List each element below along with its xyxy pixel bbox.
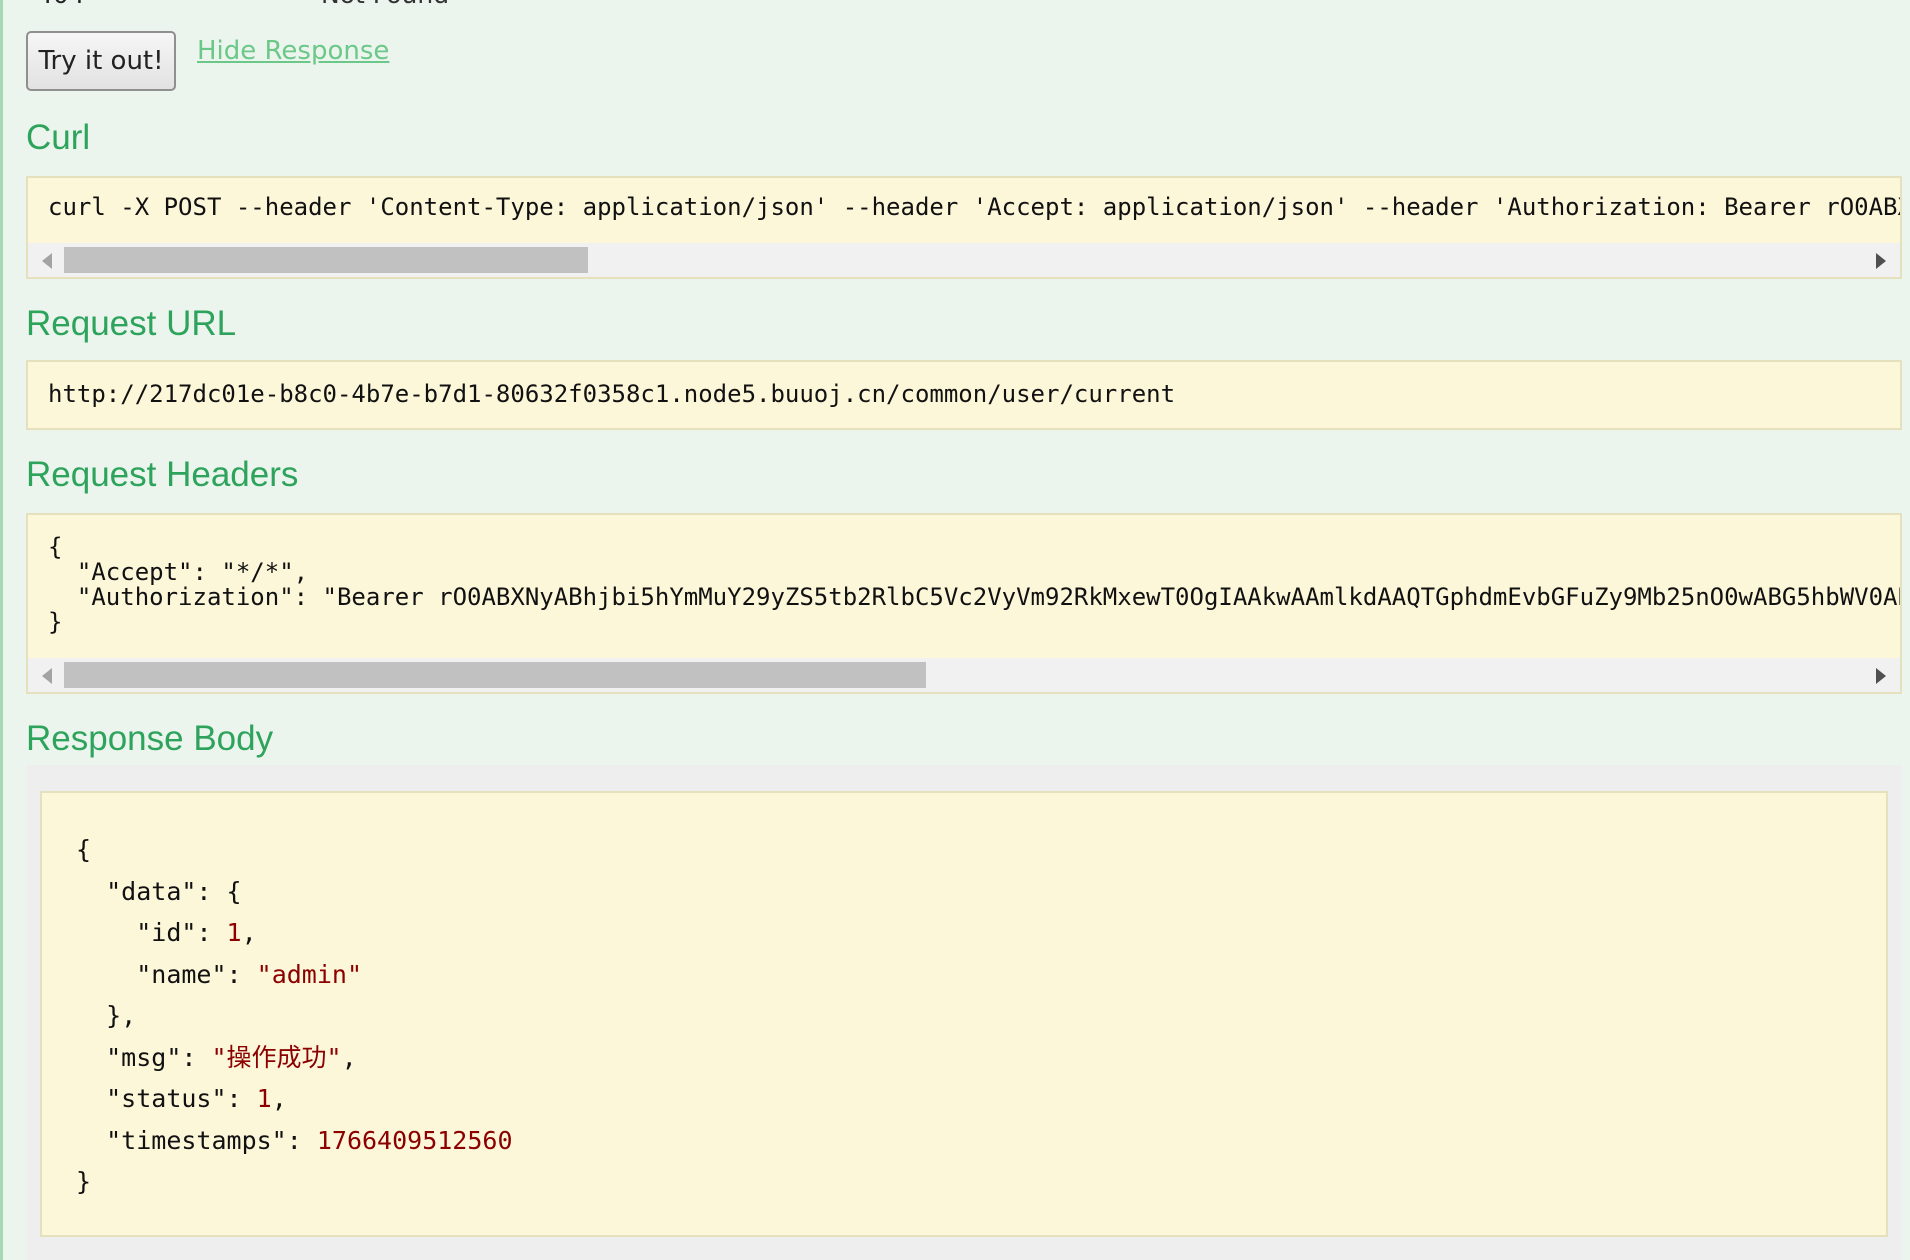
status-description: Not Found (321, 0, 621, 9)
request-headers-json: { "Accept": "*/*", "Authorization": "Bea… (48, 533, 1902, 636)
json-punct: } (76, 1167, 92, 1196)
scroll-right-arrow-icon[interactable] (1876, 668, 1886, 684)
scroll-right-arrow-icon[interactable] (1876, 253, 1886, 269)
json-value: 1 (256, 1084, 272, 1113)
request-headers-title: Request Headers (26, 455, 299, 494)
headers-line: "Authorization": "Bearer rO0ABXNyABhjbi5… (48, 583, 1902, 611)
response-json-line: "name": "admin" (76, 954, 1886, 996)
headers-line: "Accept": "*/*", (48, 558, 309, 586)
json-tail: , (241, 918, 257, 947)
json-punct: { (76, 835, 92, 864)
json-punct: }, (106, 1001, 137, 1030)
headers-line: { (48, 533, 63, 561)
scroll-left-arrow-icon[interactable] (42, 253, 52, 269)
response-panel: 404 Not Found Try it out! Hide Response … (0, 0, 1910, 1260)
json-key: "id" (136, 918, 197, 947)
headers-scrollbar[interactable] (28, 658, 1900, 692)
curl-scrollbar[interactable] (28, 243, 1900, 277)
json-punct: : (286, 1125, 317, 1155)
curl-scrollbar-thumb[interactable] (64, 247, 588, 273)
response-json-line: "data": { (76, 871, 1886, 913)
json-value: "admin" (256, 959, 362, 989)
response-body-wrapper: { "data": { "id": 1, "name": "admin" }, … (26, 765, 1902, 1260)
json-key: "data" (106, 876, 197, 906)
response-json-line: }, (76, 995, 1886, 1037)
status-code: 404 (37, 0, 85, 9)
json-punct: : (181, 1042, 212, 1072)
request-url-value: http://217dc01e-b8c0-4b7e-b7d1-80632f035… (48, 380, 1176, 408)
json-value: "操作成功" (211, 1042, 342, 1072)
response-body-title: Response Body (26, 719, 274, 758)
json-punct: : (226, 959, 257, 989)
json-value: 1766409512560 (316, 1125, 513, 1155)
headers-scrollbar-thumb[interactable] (64, 662, 926, 688)
curl-box[interactable]: curl -X POST --header 'Content-Type: app… (26, 176, 1902, 279)
json-key: "msg" (106, 1042, 182, 1072)
response-json-line: "msg": "操作成功", (76, 1037, 1886, 1079)
json-key: "name" (136, 959, 227, 989)
headers-line: } (48, 608, 63, 636)
json-key: "status" (106, 1084, 227, 1113)
response-body-json: { "data": { "id": 1, "name": "admin" }, … (76, 829, 1886, 1203)
try-it-out-button[interactable]: Try it out! (26, 31, 176, 91)
json-punct: : (196, 918, 227, 947)
hide-response-link[interactable]: Hide Response (197, 36, 389, 66)
json-key: "timestamps" (106, 1125, 287, 1155)
response-json-line: { (76, 829, 1886, 871)
curl-command: curl -X POST --header 'Content-Type: app… (48, 193, 1902, 221)
curl-title: Curl (26, 118, 91, 157)
response-json-line: } (76, 1161, 1886, 1203)
scroll-left-arrow-icon[interactable] (42, 668, 52, 684)
request-headers-box[interactable]: { "Accept": "*/*", "Authorization": "Bea… (26, 513, 1902, 694)
json-value: 1 (226, 918, 242, 947)
response-json-line: "timestamps": 1766409512560 (76, 1120, 1886, 1162)
json-tail: , (271, 1084, 287, 1113)
json-punct: : { (196, 876, 242, 906)
response-body-box[interactable]: { "data": { "id": 1, "name": "admin" }, … (40, 791, 1888, 1237)
response-json-line: "status": 1, (76, 1078, 1886, 1120)
json-punct: : (226, 1084, 257, 1113)
request-url-title: Request URL (26, 304, 237, 343)
response-json-line: "id": 1, (76, 912, 1886, 954)
request-url-box[interactable]: http://217dc01e-b8c0-4b7e-b7d1-80632f035… (26, 360, 1902, 430)
json-tail: , (341, 1042, 357, 1072)
